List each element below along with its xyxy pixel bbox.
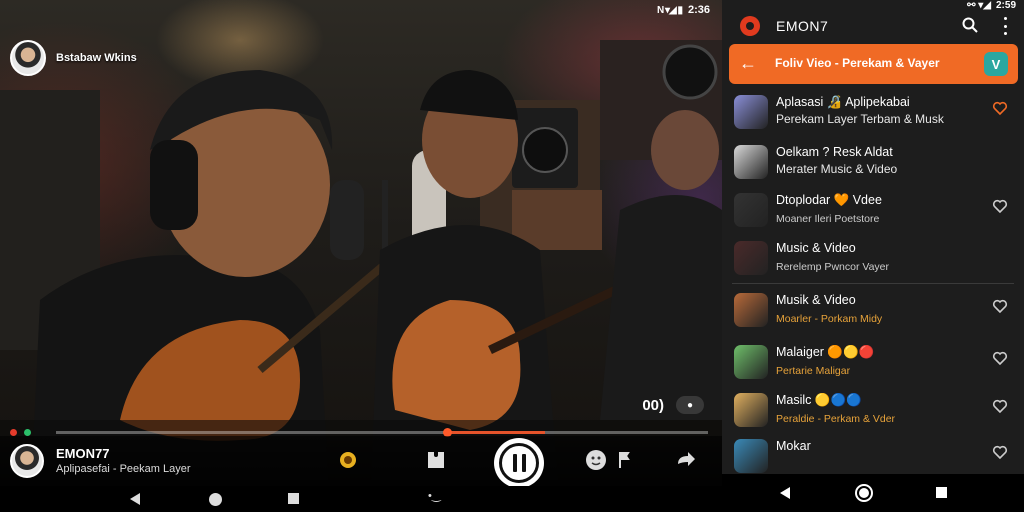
app-top-bar: EMON7 [722,12,1024,42]
quality-label[interactable]: 00) [642,397,664,414]
recents-nav-button-right[interactable] [936,487,947,498]
back-arrow-icon[interactable]: ← [739,54,757,72]
list-item[interactable]: Aplasasi 🔏 Aplipekabai Perekam Layer Terb… [722,88,1024,138]
playlist-header: ← Foliv Vieo - Perekam & Vayer V [729,44,1018,84]
nav-handle-icon: •‿ [428,490,441,502]
status-bar-left: N ▾◢ ▮ 2:36 [657,4,710,16]
item-subtitle: Merater Music & Video [776,162,898,176]
now-playing-title[interactable]: EMON77 [56,446,109,461]
item-title: Dtoplodar 🧡 Vdee [776,193,882,207]
item-thumbnail[interactable] [734,95,768,129]
search-icon[interactable] [962,17,978,33]
list-divider [732,283,1014,284]
seek-bar[interactable] [56,428,708,437]
signal-icons-right: ⚯ ▾◢ [967,0,991,11]
screen: N ▾◢ ▮ 2:36 Bstabaw Wkins 00) ● EMON77 A… [0,0,1024,512]
item-thumbnail[interactable] [734,393,768,427]
emoji-icon[interactable] [582,446,610,474]
mini-player-bar: EMON77 Aplipasefai - Peekam Layer [0,436,722,488]
status-time: 2:36 [687,4,710,16]
item-thumbnail[interactable] [734,193,768,227]
heart-icon[interactable] [992,444,1008,460]
seek-buffer [447,431,545,434]
system-nav-bar-right [722,474,1024,512]
item-subtitle: Rerelemp Pwncor Vayer [776,261,890,273]
coin-icon[interactable] [334,446,362,474]
item-subtitle: Peraldie - Perkam & Vder [776,413,896,425]
flag-icon[interactable] [610,446,638,474]
recents-nav-button[interactable] [288,493,302,507]
item-thumbnail[interactable] [734,241,768,275]
channel-avatar[interactable] [10,40,46,76]
channel-name[interactable]: Bstabaw Wkins [56,52,137,64]
item-title: Malaiger 🟠🟡🔴 [776,345,875,359]
heart-icon[interactable] [992,350,1008,366]
heart-icon[interactable] [992,398,1008,414]
home-nav-button[interactable] [209,493,223,507]
signal-icons: N ▾◢ ▮ [656,4,683,16]
green-dot-icon [24,429,31,436]
playlist-title: Foliv Vieo - Perekam & Vayer [775,56,940,70]
item-subtitle: Pertarie Maligar [776,365,851,377]
heart-icon[interactable] [992,100,1008,116]
item-thumbnail[interactable] [734,145,768,179]
item-title: Musik & Video [776,293,856,307]
item-title: Aplasasi 🔏 Aplipekabai [776,95,910,109]
channel-chip[interactable]: Bstabaw Wkins [10,40,137,76]
list-item[interactable]: Dtoplodar 🧡 Vdee Moaner Ileri Poetstore [722,186,1024,236]
status-time-right: 2:59 [995,0,1016,11]
heart-icon[interactable] [992,298,1008,314]
puzzle-icon[interactable] [422,446,450,474]
item-thumbnail[interactable] [734,293,768,327]
pause-button[interactable] [494,438,544,488]
more-options-icon[interactable] [1002,17,1008,35]
system-nav-bar-left: •‿ [0,486,722,512]
list-item[interactable]: Musik & Video Moarler - Porkam Midy [722,286,1024,336]
share-icon[interactable] [672,446,700,474]
app-badge-icon[interactable]: V [984,52,1008,76]
item-subtitle: Moarler - Porkam Midy [776,313,883,325]
video-overlay-badges: 00) ● [642,396,704,414]
item-subtitle: Perekam Layer Terbam & Musk [776,112,944,126]
item-thumbnail[interactable] [734,345,768,379]
back-nav-button-right[interactable] [780,487,790,499]
item-thumbnail[interactable] [734,439,768,473]
now-playing-subtitle: Aplipasefai - Peekam Layer [56,463,191,475]
app-panel: ⚯ ▾◢ 2:59 EMON7 ← Foliv Vieo - Perekam &… [722,0,1024,512]
item-subtitle: Moaner Ileri Poetstore [776,213,880,225]
home-nav-button-right[interactable] [855,484,873,502]
back-nav-button[interactable] [130,493,144,507]
item-title: Oelkam ? Resk Aldat [776,145,893,159]
list-item[interactable]: Music & Video Rerelemp Pwncor Vayer [722,234,1024,284]
list-item[interactable]: Oelkam ? Resk Aldat Merater Music & Video [722,138,1024,188]
cast-toggle-icon[interactable]: ● [676,396,704,414]
list-item[interactable]: Malaiger 🟠🟡🔴 Pertarie Maligar [722,338,1024,388]
list-item[interactable]: Masilc 🟡🔵🔵 Peraldie - Perkam & Vder [722,386,1024,436]
app-title: EMON7 [776,18,829,34]
status-bar-right: ⚯ ▾◢ 2:59 [967,0,1016,11]
pause-icon [499,443,539,483]
recording-indicator [10,429,31,436]
item-title: Masilc 🟡🔵🔵 [776,393,862,407]
now-playing-avatar[interactable] [10,444,44,478]
app-logo-icon[interactable] [740,16,760,36]
red-dot-icon [10,429,17,436]
item-title: Music & Video [776,241,856,255]
video-player[interactable]: N ▾◢ ▮ 2:36 Bstabaw Wkins 00) ● EMON77 A… [0,0,722,512]
heart-icon[interactable] [992,198,1008,214]
item-title: Mokar [776,439,811,453]
